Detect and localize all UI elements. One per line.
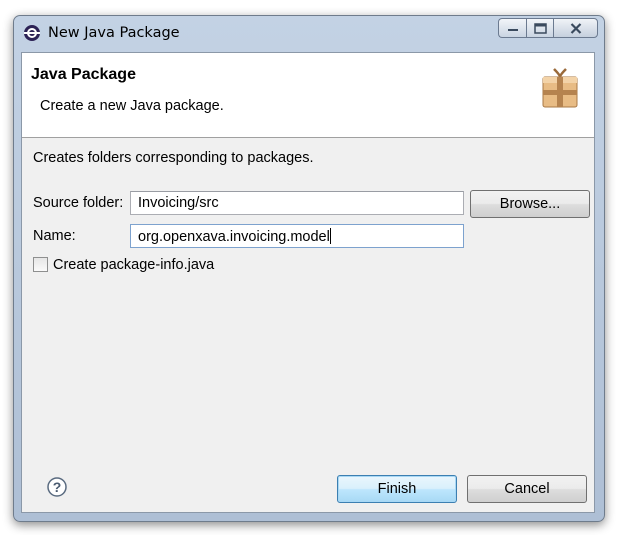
source-folder-field[interactable]: Invoicing/src [130,191,464,215]
minimize-button[interactable] [498,18,526,38]
package-icon [542,68,578,108]
title-bar[interactable]: New Java Package [14,16,604,52]
package-name-value: org.openxava.invoicing.model [138,229,330,245]
package-name-field[interactable]: org.openxava.invoicing.model [130,224,464,248]
maximize-icon [533,22,547,34]
package-info-label[interactable]: Create package-info.java [53,257,214,273]
wizard-banner: Java Package Create a new Java package. [22,53,594,138]
text-caret [329,228,331,244]
info-text: Creates folders corresponding to package… [33,150,314,166]
dialog-window: New Java Package Java Package Create a n… [13,15,605,522]
svg-text:?: ? [53,479,62,495]
source-folder-label: Source folder: [33,195,124,211]
dialog-client-area: Java Package Create a new Java package. … [21,52,595,513]
close-icon [570,22,581,34]
close-button[interactable] [553,18,598,38]
banner-title: Java Package [31,66,136,83]
package-info-checkbox[interactable] [33,257,48,272]
minimize-icon [507,29,518,31]
help-icon[interactable]: ? [47,477,67,497]
banner-description: Create a new Java package. [40,98,224,114]
eclipse-app-icon [24,25,40,41]
browse-button[interactable]: Browse... [470,190,590,218]
finish-button[interactable]: Finish [337,475,457,503]
name-label: Name: [33,228,76,244]
cancel-button[interactable]: Cancel [467,475,587,503]
window-title: New Java Package [48,25,180,41]
maximize-button[interactable] [526,18,553,38]
window-controls [498,18,598,39]
